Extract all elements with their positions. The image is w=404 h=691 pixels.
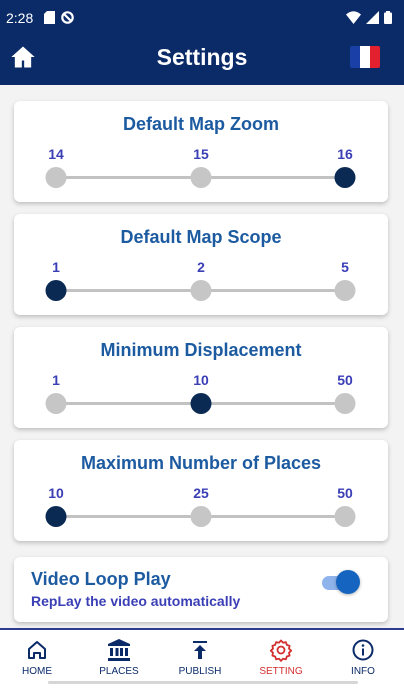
nav-label: PLACES xyxy=(99,666,139,677)
slider-dot[interactable] xyxy=(190,506,212,527)
slider-dot-selected[interactable] xyxy=(334,167,356,188)
setting-card-video-loop: Video Loop Play RepLay the video automat… xyxy=(14,557,388,622)
setting-title: Minimum Displacement xyxy=(100,340,302,360)
setting-title: Default Map Zoom xyxy=(123,114,279,134)
slider-option-label: 25 xyxy=(193,485,209,501)
slider-dot[interactable] xyxy=(45,393,67,414)
setting-card-max-places: Maximum Number of Places 10 25 50 xyxy=(14,440,388,541)
bank-icon xyxy=(108,639,130,661)
slider-dot-selected[interactable] xyxy=(45,506,67,527)
flag-stripe-white xyxy=(360,46,370,68)
sim-card-icon xyxy=(44,11,55,24)
slider-option-label: 14 xyxy=(48,146,64,162)
video-loop-title: Video Loop Play xyxy=(31,569,171,589)
setting-card-min-displacement: Minimum Displacement 1 10 50 xyxy=(14,327,388,428)
slider-dot[interactable] xyxy=(45,167,67,188)
slider-dot-selected[interactable] xyxy=(45,280,67,301)
slider-option-label: 10 xyxy=(48,485,64,501)
slider-option-label: 2 xyxy=(197,259,205,275)
nav-label: SETTING xyxy=(259,666,303,677)
publish-icon xyxy=(193,641,207,659)
slider-option-label: 15 xyxy=(193,146,209,162)
slider-option-label: 50 xyxy=(337,485,353,501)
slider-dot[interactable] xyxy=(334,506,356,527)
slider-option-label: 50 xyxy=(337,372,353,388)
setting-card-map-zoom: Default Map Zoom 14 15 16 xyxy=(14,101,388,202)
slider-dot[interactable] xyxy=(334,393,356,414)
flag-stripe-red xyxy=(370,46,380,68)
status-bar: 2:28 xyxy=(0,0,404,35)
language-flag-button[interactable] xyxy=(350,46,380,68)
nav-label: HOME xyxy=(22,666,52,677)
nav-label: INFO xyxy=(351,666,375,677)
slider-option-label: 1 xyxy=(52,372,60,388)
home-icon xyxy=(28,641,46,659)
gesture-bar xyxy=(48,681,358,684)
setting-title: Default Map Scope xyxy=(120,227,282,247)
slider-dot[interactable] xyxy=(190,167,212,188)
flag-stripe-blue xyxy=(350,46,360,68)
toggle-thumb[interactable] xyxy=(336,570,360,594)
gear-icon xyxy=(269,639,293,662)
slider-option-label: 16 xyxy=(337,146,353,162)
slider-dot[interactable] xyxy=(190,280,212,301)
wifi-icon xyxy=(346,11,361,24)
signal-icon xyxy=(366,11,379,24)
slider-option-label: 10 xyxy=(193,372,209,388)
battery-icon xyxy=(384,11,392,24)
app-bar: Settings xyxy=(0,35,404,85)
setting-card-map-scope: Default Map Scope 1 2 5 xyxy=(14,214,388,315)
setting-title: Maximum Number of Places xyxy=(80,453,322,473)
nav-label: PUBLISH xyxy=(178,666,222,677)
slider-option-label: 5 xyxy=(341,259,349,275)
slider-option-label: 1 xyxy=(52,259,60,275)
status-time: 2:28 xyxy=(6,10,34,26)
info-icon xyxy=(352,639,374,661)
blocked-icon xyxy=(61,11,74,24)
slider-dot-selected[interactable] xyxy=(190,393,212,414)
slider-dot[interactable] xyxy=(334,280,356,301)
page-title: Settings xyxy=(156,44,248,70)
video-loop-subtitle: RepLay the video automatically xyxy=(31,593,241,609)
